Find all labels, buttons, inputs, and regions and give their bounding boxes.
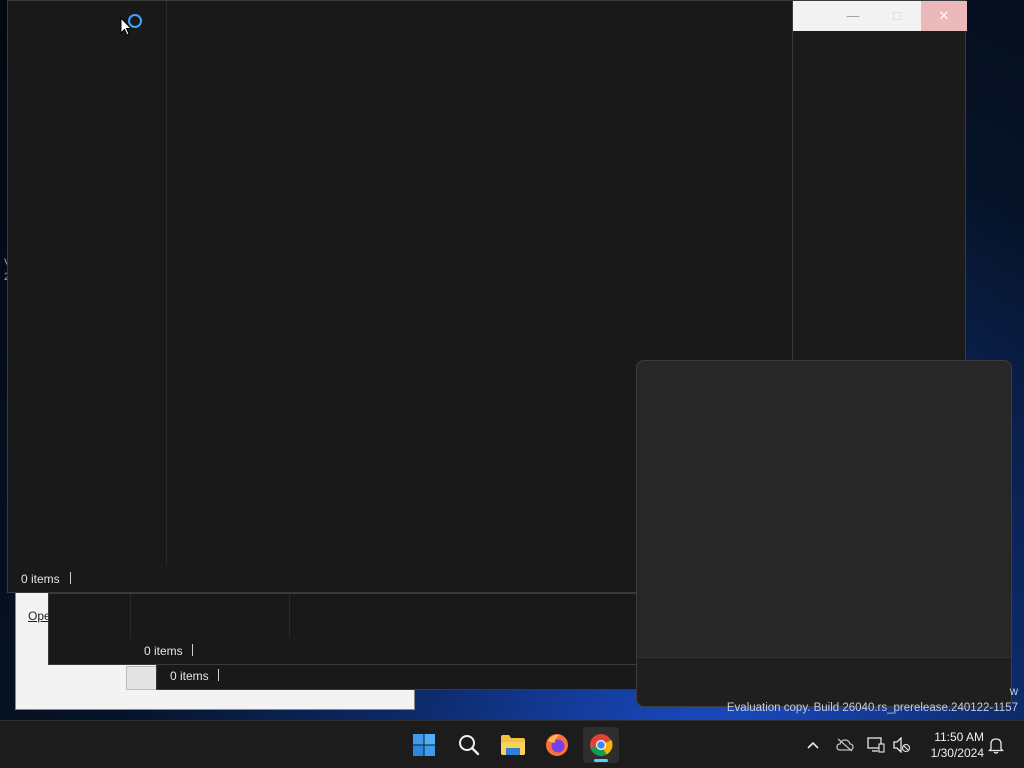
mouse-cursor-icon: [120, 17, 132, 36]
start-button[interactable]: [406, 727, 442, 763]
volume-muted-icon[interactable]: [892, 735, 912, 755]
status-separator: [70, 572, 71, 584]
status-bar: 0 items: [49, 638, 645, 664]
item-count: 0 items: [144, 644, 183, 658]
clock-time: 11:50 AM: [934, 730, 984, 744]
network-icon[interactable]: [866, 735, 886, 755]
notification-flyout-panel[interactable]: [636, 360, 1012, 707]
clock[interactable]: 11:50 AM 1/30/2024: [922, 729, 984, 761]
watermark-line-1: w: [1009, 686, 1018, 698]
evaluation-watermark: Evaluation copy. Build 26040.rs_prerelea…: [726, 702, 1018, 714]
maximize-icon[interactable]: □: [875, 1, 919, 31]
navigation-pane[interactable]: [8, 1, 167, 566]
search-button[interactable]: [451, 727, 487, 763]
minimize-icon[interactable]: —: [831, 1, 875, 31]
navigation-pane[interactable]: [49, 594, 290, 638]
background-app-window[interactable]: — □ ✕: [792, 0, 967, 362]
status-separator: [192, 644, 193, 656]
item-count: 0 items: [170, 669, 209, 683]
windows-logo-icon: [413, 734, 435, 756]
onedrive-offline-icon[interactable]: [835, 735, 855, 755]
close-icon[interactable]: ✕: [921, 1, 967, 31]
status-bar: 0 items: [157, 663, 645, 689]
show-hidden-icons-chevron-icon[interactable]: [803, 735, 823, 755]
flyout-footer: [637, 657, 1011, 706]
pane-divider: [130, 594, 131, 638]
file-explorer-button[interactable]: [495, 727, 531, 763]
status-separator: [218, 669, 219, 681]
taskbar: 11:50 AM 1/30/2024: [0, 720, 1024, 768]
chrome-icon: [590, 734, 613, 756]
firefox-button[interactable]: [539, 727, 575, 763]
clock-date: 1/30/2024: [930, 746, 984, 760]
folder-icon: [501, 735, 525, 755]
search-icon: [459, 735, 480, 756]
window-titlebar[interactable]: — □ ✕: [793, 1, 967, 31]
notification-bell-icon[interactable]: [986, 735, 1006, 755]
item-count: 0 items: [21, 572, 60, 586]
desktop: V2 Ope 0 items 0 items — □ ✕ 0 items: [0, 0, 1024, 720]
active-app-indicator: [594, 759, 608, 762]
chrome-button[interactable]: [583, 727, 619, 763]
firefox-icon: [546, 734, 568, 756]
file-explorer-window-3[interactable]: 0 items: [156, 663, 646, 690]
file-explorer-window-2[interactable]: 0 items: [48, 593, 646, 665]
